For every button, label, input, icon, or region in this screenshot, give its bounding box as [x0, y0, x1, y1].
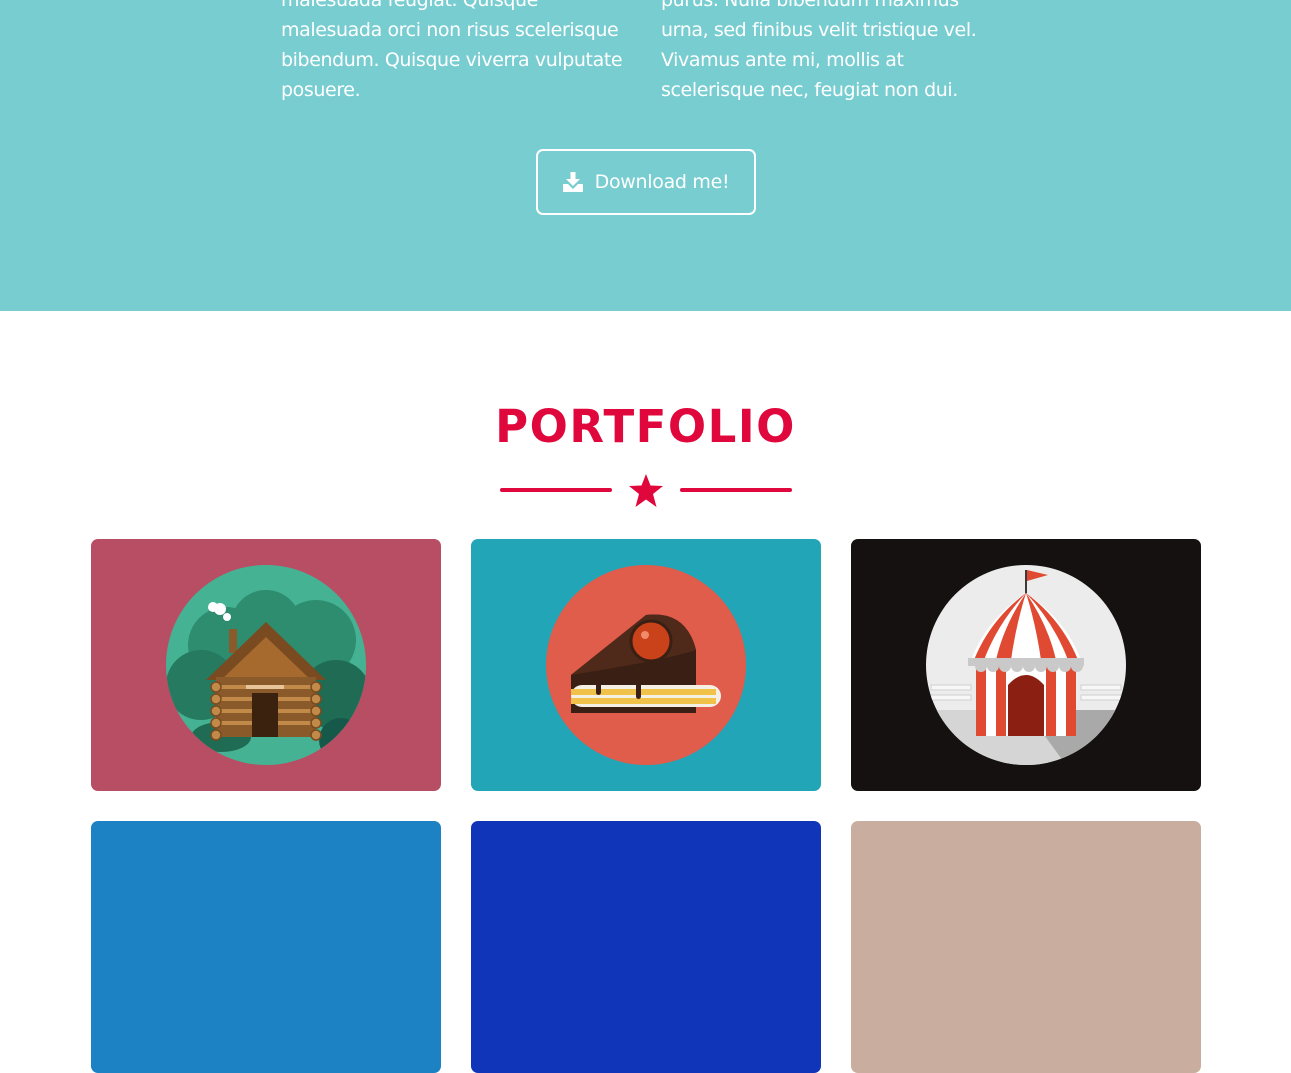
portfolio-item-4[interactable] [91, 821, 441, 1073]
divider-line-right [680, 488, 792, 492]
about-text-left: malesuada feugiat. Quisque malesuada orc… [281, 0, 626, 105]
portfolio-item-5[interactable] [471, 821, 821, 1073]
divider-line-left [500, 488, 612, 492]
portfolio-item-6[interactable] [851, 821, 1201, 1073]
portfolio-title: PORTFOLIO [495, 400, 796, 453]
circus-tent-icon [926, 565, 1126, 765]
star-icon [629, 474, 663, 507]
about-text-right: purus. Nulla bibendum maximus urna, sed … [661, 0, 1006, 105]
portfolio-item-cabin[interactable] [91, 539, 441, 791]
about-paragraph-left: malesuada feugiat. Quisque malesuada orc… [281, 0, 623, 101]
about-paragraph-right: purus. Nulla bibendum maximus urna, sed … [661, 0, 977, 101]
cake-icon [546, 565, 746, 765]
cabin-icon [166, 565, 366, 765]
portfolio-item-circus[interactable] [851, 539, 1201, 791]
download-label: Download me! [594, 171, 730, 193]
download-icon [562, 172, 583, 192]
about-section: malesuada feugiat. Quisque malesuada orc… [0, 0, 1291, 311]
download-button[interactable]: Download me! [536, 149, 756, 215]
portfolio-item-cake[interactable] [471, 539, 821, 791]
